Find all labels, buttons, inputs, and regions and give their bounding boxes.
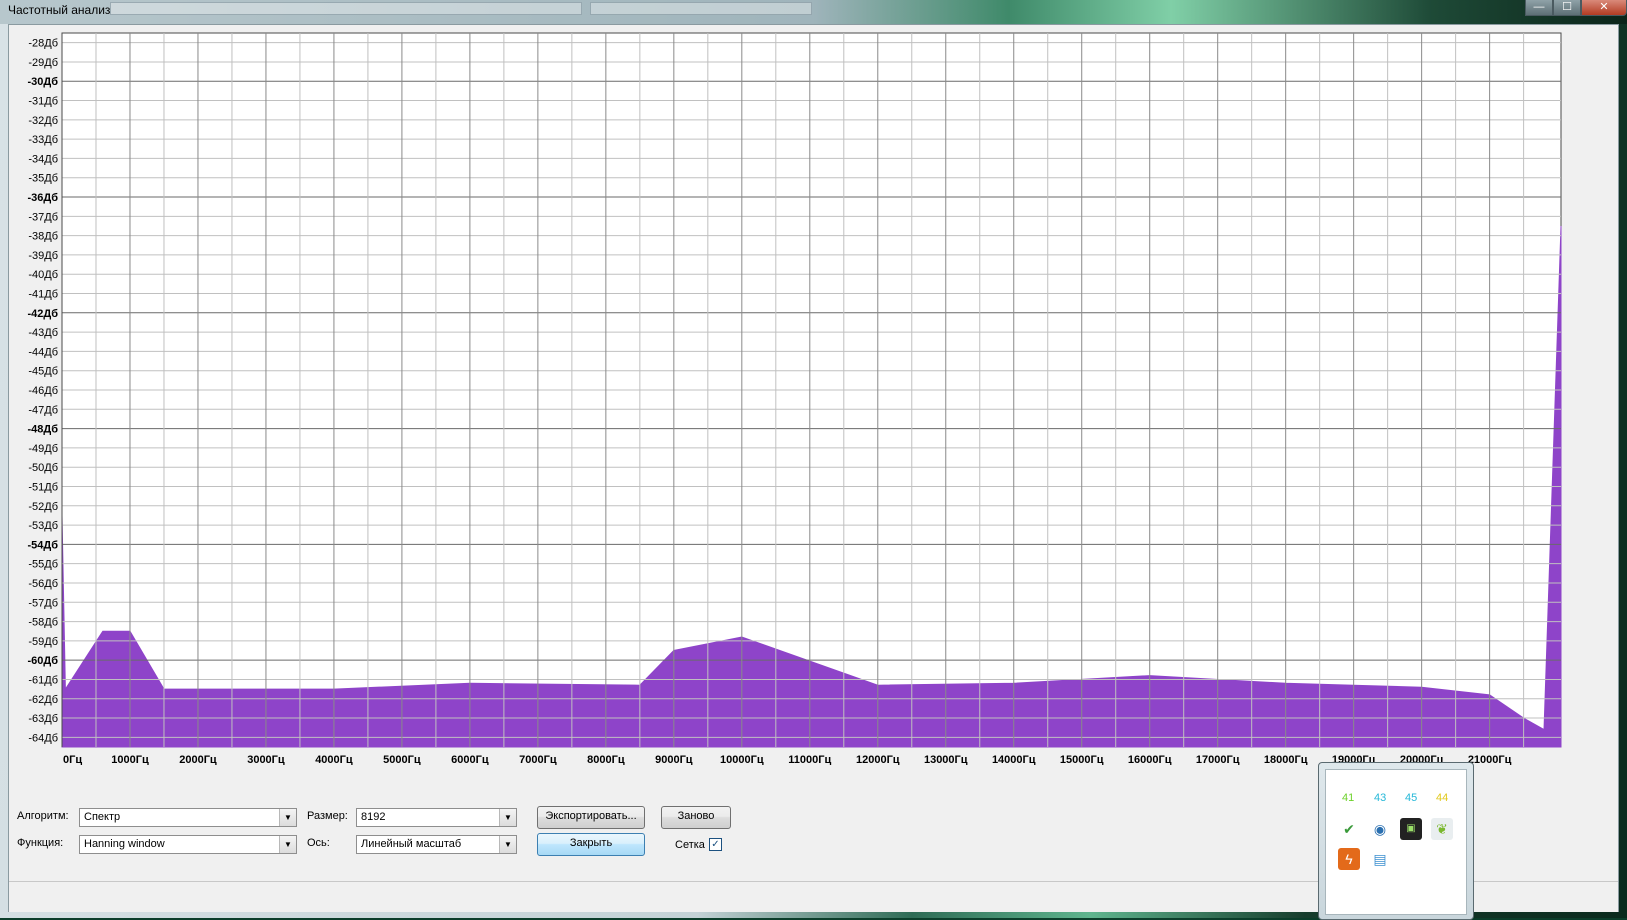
x-tick-label: 11000Гц	[788, 754, 831, 765]
chevron-down-icon: ▼	[279, 809, 296, 826]
y-tick-label: -57Дб	[28, 597, 58, 609]
y-tick-label: -63Дб	[28, 713, 58, 725]
y-tick-label: -53Дб	[28, 520, 58, 532]
y-tick-label: -61Дб	[28, 674, 58, 686]
grid-label: Сетка	[675, 839, 705, 851]
y-tick-label: -42Дб	[27, 308, 58, 320]
minimize-button[interactable]: —	[1525, 0, 1553, 16]
x-tick-label: 5000Гц	[383, 754, 421, 765]
y-tick-label: -43Дб	[28, 327, 58, 339]
y-tick-label: -62Дб	[28, 694, 58, 706]
x-tick-label: 3000Гц	[247, 754, 285, 765]
y-tick-label: -29Дб	[28, 57, 58, 69]
y-tick-label: -60Дб	[27, 655, 58, 667]
algorithm-value: Спектр	[84, 811, 121, 823]
chevron-down-icon: ▼	[499, 809, 516, 826]
network-icon[interactable]: ◉	[1369, 818, 1391, 840]
close-window-button[interactable]: ✕	[1581, 0, 1627, 16]
x-tick-label: 12000Гц	[856, 754, 900, 765]
y-tick-label: -30Дб	[27, 76, 58, 88]
y-tick-label: -40Дб	[28, 269, 58, 281]
x-tick-label: 10000Гц	[720, 754, 764, 765]
replot-button[interactable]: Заново	[661, 806, 731, 829]
y-tick-label: -56Дб	[28, 578, 58, 590]
x-tick-label: 2000Гц	[179, 754, 217, 765]
export-button[interactable]: Экспортировать...	[537, 806, 645, 829]
function-select[interactable]: Hanning window ▼	[79, 835, 297, 854]
y-tick-label: -45Дб	[28, 366, 58, 378]
y-tick-label: -28Дб	[28, 38, 58, 50]
title-bar[interactable]: Частотный анализ — ☐ ✕	[0, 0, 1627, 24]
y-tick-label: -36Дб	[27, 192, 58, 204]
chevron-down-icon: ▼	[499, 836, 516, 853]
function-label: Функция:	[17, 837, 64, 849]
x-tick-label: 21000Гц	[1468, 754, 1512, 765]
maximize-button[interactable]: ☐	[1553, 0, 1581, 16]
y-tick-label: -64Дб	[28, 732, 58, 744]
y-tick-label: -50Дб	[28, 462, 58, 474]
checkmark-icon: ✓	[711, 839, 720, 850]
x-tick-label: 18000Гц	[1264, 754, 1308, 765]
grid-checkbox[interactable]: ✓	[709, 838, 722, 851]
tray-temp-label: 43	[1374, 792, 1387, 804]
axis-select[interactable]: Линейный масштаб ▼	[356, 835, 517, 854]
x-tick-label: 13000Гц	[924, 754, 968, 765]
y-tick-label: -54Дб	[27, 539, 58, 551]
axis-label: Ось:	[307, 837, 330, 849]
y-tick-label: -44Дб	[28, 346, 58, 358]
y-tick-label: -59Дб	[28, 636, 58, 648]
leaf-app-icon[interactable]: ❦	[1431, 818, 1453, 840]
x-tick-label: 16000Гц	[1128, 754, 1172, 765]
usb-safe-remove-icon[interactable]: ✔	[1338, 818, 1360, 840]
y-tick-label: -46Дб	[28, 385, 58, 397]
x-tick-label: 9000Гц	[655, 754, 693, 765]
algorithm-select[interactable]: Спектр ▼	[79, 808, 297, 827]
gpu-monitor-icon[interactable]: ▣	[1400, 818, 1422, 840]
flash-app-icon[interactable]: ϟ	[1338, 848, 1360, 870]
y-tick-label: -41Дб	[28, 289, 58, 301]
x-tick-label: 4000Гц	[315, 754, 353, 765]
y-tick-label: -34Дб	[28, 153, 58, 165]
y-tick-label: -52Дб	[28, 501, 58, 513]
size-label: Размер:	[307, 810, 348, 822]
size-value: 8192	[361, 811, 386, 823]
y-tick-label: -49Дб	[28, 443, 58, 455]
y-tick-label: -38Дб	[28, 231, 58, 243]
y-tick-label: -37Дб	[28, 211, 58, 223]
y-tick-label: -39Дб	[28, 250, 58, 262]
y-tick-label: -33Дб	[28, 134, 58, 146]
x-tick-label: 14000Гц	[992, 754, 1036, 765]
tray-temp-label: 41	[1342, 792, 1355, 804]
x-tick-label: 7000Гц	[519, 754, 557, 765]
x-tick-label: 17000Гц	[1196, 754, 1240, 765]
y-tick-label: -48Дб	[27, 424, 58, 436]
y-tick-label: -55Дб	[28, 559, 58, 571]
size-select[interactable]: 8192 ▼	[356, 808, 517, 827]
x-tick-label: 8000Гц	[587, 754, 625, 765]
y-tick-label: -35Дб	[28, 173, 58, 185]
spectrum-chart: -28Дб -29Дб -30Дб -31Дб -32Дб -33Дб -34Дб -35Дб…	[27, 32, 1562, 765]
y-tick-label: -58Дб	[28, 617, 58, 629]
y-tick-label: -31Дб	[28, 96, 58, 108]
axis-value: Линейный масштаб	[361, 838, 462, 850]
y-tick-label: -32Дб	[28, 115, 58, 127]
algorithm-label: Алгоритм:	[17, 810, 69, 822]
x-tick-label: 0Гц	[63, 754, 82, 765]
x-tick-label: 6000Гц	[451, 754, 489, 765]
y-tick-label: -51Дб	[28, 481, 58, 493]
y-tick-label: -47Дб	[28, 404, 58, 416]
media-app-icon[interactable]: ▤	[1369, 848, 1391, 870]
tray-overflow-popup: 41 43 45 44 ✔ ◉ ▣ ❦ ϟ ▤	[1318, 762, 1474, 920]
x-tick-label: 15000Гц	[1060, 754, 1104, 765]
tray-temp-label: 45	[1405, 792, 1418, 804]
function-value: Hanning window	[84, 838, 165, 850]
tray-temp-label: 44	[1436, 792, 1449, 804]
close-button[interactable]: Закрыть	[537, 833, 645, 856]
chevron-down-icon: ▼	[279, 836, 296, 853]
x-tick-label: 1000Гц	[111, 754, 149, 765]
window-title: Частотный анализ	[8, 3, 111, 17]
